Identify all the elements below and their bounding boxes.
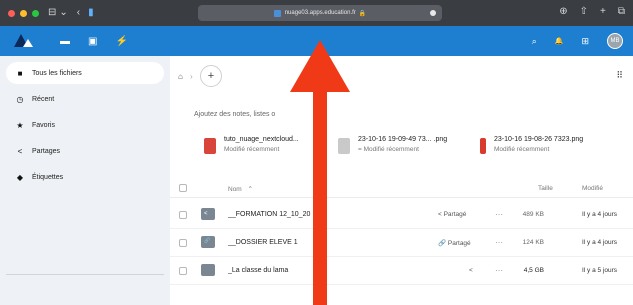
recent-file[interactable]: 23-10-16 19-09-49 73... .png = Modifié r… [338, 136, 447, 154]
recent-files: tuto_nuage_nextcloud... Modifié récemmen… [170, 136, 633, 168]
files-app-icon[interactable]: ▬ [60, 36, 70, 47]
contacts-icon[interactable]: ⊞ [581, 36, 589, 47]
file-modified: Il y a 4 jours [582, 211, 618, 218]
row-checkbox[interactable] [179, 211, 187, 219]
shield-icon[interactable]: ▮ [88, 8, 94, 18]
chevron-down-icon[interactable]: ⌄ [59, 8, 67, 18]
share-page-icon[interactable]: ⇧ [580, 6, 588, 17]
row-checkbox[interactable] [179, 239, 187, 247]
file-name[interactable]: _La classe du lama [228, 267, 288, 274]
window-controls [8, 9, 39, 17]
recent-file-status: Modifié récemment [494, 146, 550, 153]
search-icon[interactable]: ⌕ [532, 36, 537, 47]
grid-view-icon[interactable]: ⠿ [616, 70, 623, 81]
recent-file-name: tuto_nuage_nextcloud... [224, 136, 299, 143]
back-button[interactable]: ‹ [77, 8, 80, 18]
sidebar-item-label: Tous les fichiers [32, 69, 82, 77]
share-button[interactable]: 🔗 Partagé [438, 239, 471, 247]
recent-file[interactable]: tuto_nuage_nextcloud... Modifié récemmen… [204, 136, 299, 154]
notifications-icon[interactable]: 🔔 [555, 37, 564, 45]
more-actions-button[interactable]: ··· [495, 238, 503, 247]
new-tab-icon[interactable]: + [600, 6, 606, 17]
sidebar-item-recent[interactable]: ◷ Récent [6, 88, 164, 110]
address-bar[interactable]: nuage03.apps.education.fr 🔒 [198, 5, 442, 21]
sidebar-item-label: Récent [32, 95, 55, 103]
notes-placeholder[interactable]: Ajoutez des notes, listes o [194, 111, 275, 118]
file-browser: ⌂ › + ⠿ Ajoutez des notes, listes o tuto… [170, 56, 633, 305]
url-text: nuage03.apps.education.fr [284, 10, 356, 16]
link-folder-icon: 🔗 [201, 236, 215, 248]
pdf-file-icon [204, 138, 216, 154]
column-size[interactable]: Taille [538, 185, 553, 192]
sidebar-item-all-files[interactable]: ■ Tous les fichiers [6, 62, 164, 84]
browser-actions: ⊕ ⇧ + ⧉ [559, 6, 625, 17]
breadcrumb-separator: › [190, 72, 193, 81]
new-button[interactable]: + [200, 65, 222, 87]
file-modified: Il y a 5 jours [582, 267, 618, 274]
folder-icon: ■ [17, 68, 23, 78]
download-icon[interactable]: ⊕ [559, 6, 567, 17]
star-icon: ★ [16, 120, 24, 130]
recent-file[interactable]: 23-10-16 19-08-26 7323.png Modifié récem… [480, 136, 583, 154]
recent-file-status: = Modifié récemment [358, 146, 419, 153]
tag-icon: ◆ [16, 172, 24, 182]
column-modified[interactable]: Modifié [582, 185, 603, 192]
column-name[interactable]: Nom ⌃ [228, 185, 253, 193]
sidebar-divider [6, 274, 164, 275]
file-name[interactable]: __DOSSIER ELEVE 1 [228, 239, 298, 246]
avatar[interactable]: MB [607, 33, 623, 49]
file-name[interactable]: __FORMATION 12_10_20 [228, 211, 310, 218]
clock-icon: ◷ [16, 94, 24, 104]
row-checkbox[interactable] [179, 267, 187, 275]
more-actions-button[interactable]: ··· [495, 266, 503, 275]
home-icon[interactable]: ⌂ [178, 72, 183, 81]
file-modified: Il y a 4 jours [582, 239, 618, 246]
maximize-window-button[interactable] [32, 9, 39, 17]
table-row[interactable]: < __FORMATION 12_10_20 < Partagé ··· 489… [170, 201, 633, 229]
image-file-icon [338, 138, 350, 154]
share-button[interactable]: < Partagé [438, 211, 466, 218]
sidebar-item-shares[interactable]: < Partages [6, 140, 164, 162]
minimize-window-button[interactable] [20, 9, 27, 17]
share-button[interactable]: < [469, 267, 473, 274]
recent-file-name: 23-10-16 19-09-49 73... .png [358, 136, 448, 143]
file-size: 4,5 GB [523, 267, 544, 274]
sidebar-item-label: Étiquettes [32, 173, 64, 181]
sidebar: ■ Tous les fichiers ◷ Récent ★ Favoris <… [0, 56, 170, 305]
lock-icon: 🔒 [358, 10, 367, 17]
sidebar-toggle-icon[interactable]: ⊟ [48, 8, 56, 18]
sidebar-item-label: Partages [32, 147, 61, 155]
favicon-icon [273, 9, 281, 17]
folder-icon [201, 264, 215, 276]
share-icon: < [17, 146, 23, 156]
sort-icon: ⌃ [247, 186, 253, 193]
column-name-label: Nom [228, 186, 242, 193]
sidebar-item-label: Favoris [32, 121, 55, 129]
image-file-icon [480, 138, 486, 154]
table-row[interactable]: 🔗 __DOSSIER ELEVE 1 🔗 Partagé ··· 124 KB… [170, 229, 633, 257]
close-window-button[interactable] [8, 9, 15, 17]
table-row[interactable]: _La classe du lama < ··· 4,5 GB Il y a 5… [170, 257, 633, 285]
more-actions-button[interactable]: ··· [495, 210, 503, 219]
sidebar-item-tags[interactable]: ◆ Étiquettes [6, 166, 164, 188]
extension-icon[interactable] [430, 10, 436, 16]
select-all-checkbox[interactable] [179, 184, 187, 192]
activity-app-icon[interactable]: ⚡ [115, 36, 127, 47]
nextcloud-logo[interactable] [14, 34, 38, 48]
recent-file-status: Modifié récemment [224, 146, 280, 153]
sidebar-item-favorites[interactable]: ★ Favoris [6, 114, 164, 136]
file-list-header: Nom ⌃ Taille Modifié [170, 178, 633, 198]
recent-file-name: 23-10-16 19-08-26 7323.png [494, 136, 584, 143]
photos-app-icon[interactable]: ▣ [88, 36, 97, 47]
shared-folder-icon: < [201, 208, 215, 220]
file-size: 124 KB [522, 239, 544, 246]
tab-overview-icon[interactable]: ⧉ [618, 6, 625, 17]
file-size: 489 KB [522, 211, 544, 218]
header-actions: ⌕ 🔔 ⊞ MB [532, 33, 623, 49]
